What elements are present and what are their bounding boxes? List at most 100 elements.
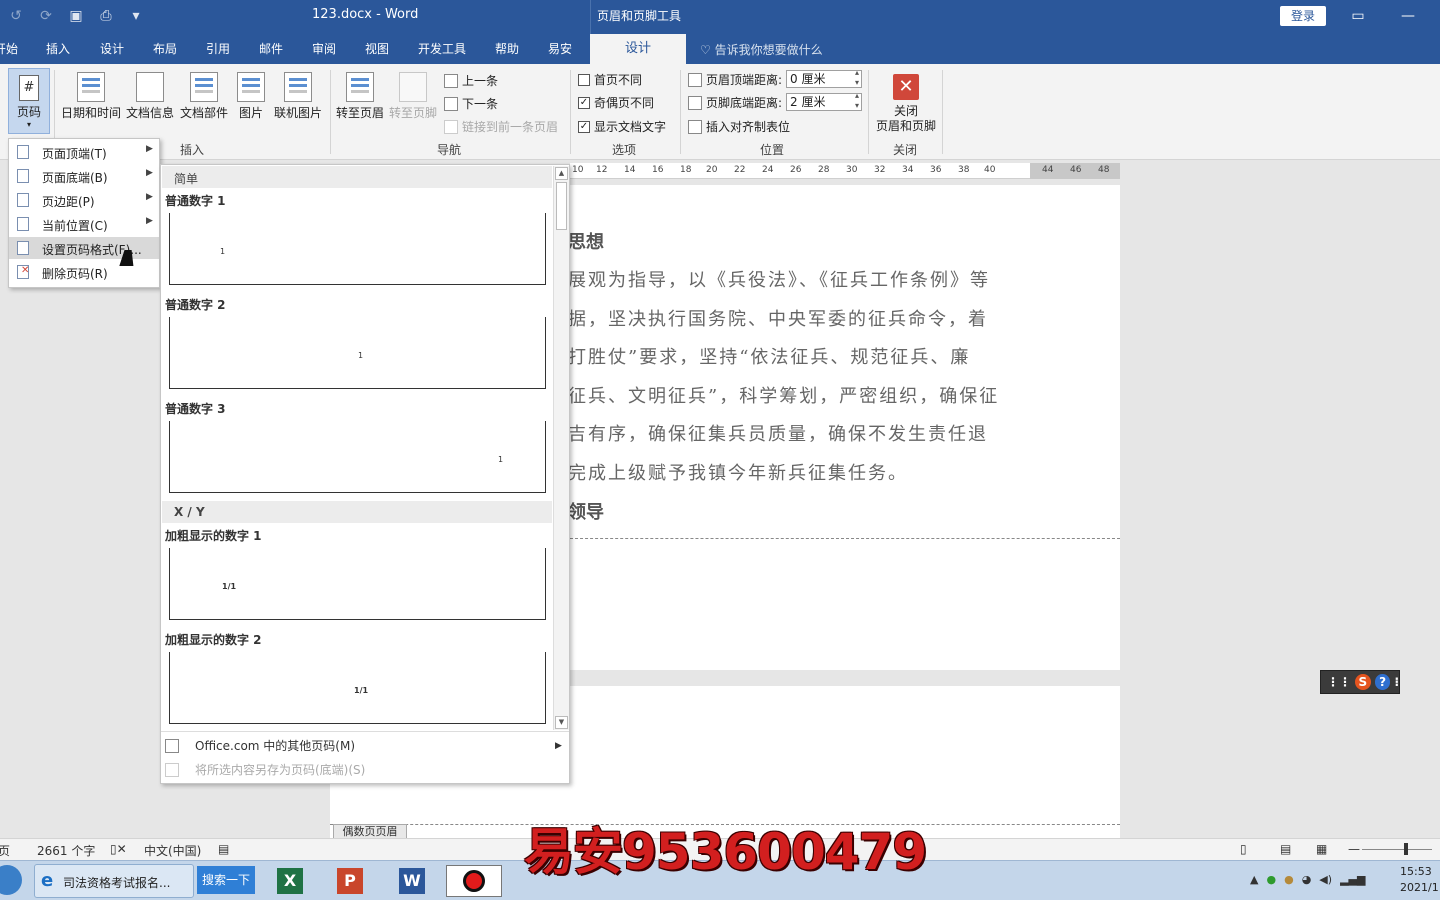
goto-header-button[interactable]: 转至页眉 [334, 72, 386, 121]
ribbon-display-icon[interactable]: ▭ [1346, 4, 1370, 28]
taskbar-powerpoint[interactable]: P [322, 865, 378, 897]
taskbar-recorder[interactable] [446, 865, 502, 897]
menu-item-page-margins[interactable]: 页边距(P) ▶ [9, 189, 159, 211]
tab-hf-design[interactable]: 设计 [590, 34, 686, 64]
chevron-right-icon: ▶ [146, 216, 153, 226]
ruler-tick: 48 [1098, 165, 1110, 175]
ime-menu-icon[interactable]: ⁝ [1394, 675, 1399, 689]
ruler-tick: 28 [818, 165, 830, 175]
menu-item-remove-page-numbers[interactable]: 删除页码(R) [9, 261, 159, 283]
scroll-thumb[interactable] [556, 182, 567, 230]
tab-design[interactable]: 设计 [100, 40, 124, 57]
tab-yian[interactable]: 易安 [548, 40, 572, 57]
previous-icon [444, 73, 458, 88]
show-doc-text-checkbox[interactable]: ✓ 显示文档文字 [578, 118, 666, 135]
read-mode-icon[interactable]: ▯ [1240, 842, 1247, 856]
page-top-icon [17, 145, 29, 159]
scroll-up-icon[interactable]: ▲ [555, 167, 568, 180]
footer-bottom-spinner[interactable]: 2 厘米 [786, 91, 862, 111]
menu-item-bottom-of-page[interactable]: 页面底端(B) ▶ [9, 165, 159, 187]
doc-parts-button[interactable]: 文档部件 [178, 72, 230, 121]
tab-view[interactable]: 视图 [365, 40, 389, 57]
checkbox-checked-icon: ✓ [578, 96, 590, 109]
web-layout-icon[interactable]: ▦ [1316, 842, 1327, 856]
next-button[interactable]: 下一条 [444, 95, 498, 112]
previous-button[interactable]: 上一条 [444, 72, 498, 89]
word-icon: W [399, 868, 425, 894]
taskbar-ie-window[interactable]: e 司法资格考试报名... [34, 864, 194, 898]
doc-info-button[interactable]: 文档信息 [124, 72, 176, 121]
tray-expand-icon[interactable]: ▲ [1250, 873, 1258, 886]
ime-toolbar[interactable]: ⋮⋮ S ? ⁝ [1320, 670, 1400, 694]
insert-align-tab-button[interactable]: 插入对齐制表位 [688, 118, 790, 135]
customize-qat-icon[interactable]: ▾ [126, 6, 146, 26]
gallery-item-plain-number-1[interactable]: 1 [169, 213, 546, 285]
more-office-page-numbers[interactable]: Office.com 中的其他页码(M) ▶ [165, 737, 562, 754]
language-indicator[interactable]: 中文(中国) [144, 842, 201, 859]
scroll-down-icon[interactable]: ▼ [555, 716, 568, 729]
page-number-button[interactable]: # 页码 ▾ [8, 68, 50, 134]
close-header-footer-button[interactable]: ✕ 关闭 页眉和页脚 [874, 72, 938, 134]
header-distance-icon [688, 72, 702, 87]
volume-icon[interactable]: ◀) [1319, 873, 1332, 886]
search-button[interactable]: 搜索一下 [197, 866, 255, 894]
gallery-item-plain-number-2[interactable]: 1 [169, 317, 546, 389]
save-icon[interactable]: ▣ [66, 6, 86, 26]
gallery-item-bold-number-1[interactable]: 1/1 [169, 548, 546, 620]
diff-odd-even-checkbox[interactable]: ✓ 奇偶页不同 [578, 94, 654, 111]
zoom-out-icon[interactable]: — [1348, 842, 1360, 856]
word-count[interactable]: 2661 个字 [37, 842, 95, 859]
picture-button[interactable]: 图片 [234, 72, 268, 121]
proofing-icon[interactable]: ▯✕ [110, 842, 127, 856]
online-picture-button[interactable]: 联机图片 [272, 72, 324, 121]
ruler-tick: 16 [652, 165, 664, 175]
help-icon[interactable]: ? [1374, 674, 1391, 690]
macro-icon[interactable]: ▤ [218, 842, 229, 856]
horizontal-ruler[interactable]: 10 12 14 16 18 20 22 24 26 28 30 32 34 3… [570, 163, 1120, 179]
link-previous-button[interactable]: 链接到前一条页眉 [444, 118, 558, 135]
tab-help[interactable]: 帮助 [495, 40, 519, 57]
zoom-slider-thumb[interactable] [1404, 843, 1408, 855]
print-layout-icon[interactable]: ▤ [1280, 842, 1291, 856]
tab-insert[interactable]: 插入 [46, 40, 70, 57]
taskbar-excel[interactable]: X [262, 865, 318, 897]
tell-me-text: 告诉我你想要做什么 [714, 43, 823, 57]
menu-item-current-position[interactable]: 当前位置(C) ▶ [9, 213, 159, 235]
redo-icon[interactable]: ⟳ [36, 6, 56, 26]
date-time-label: 日期和时间 [60, 106, 121, 120]
gallery-item-plain-number-3[interactable]: 1 [169, 421, 546, 493]
tab-layout[interactable]: 布局 [153, 40, 177, 57]
sogou-icon[interactable]: S [1355, 674, 1371, 690]
tray-qq-icon[interactable]: ◕ [1302, 873, 1312, 886]
print-preview-icon[interactable]: ⎙ [96, 6, 116, 26]
tab-mailings[interactable]: 邮件 [259, 40, 283, 57]
tray-app-icon[interactable]: ● [1284, 873, 1294, 886]
page-number-gallery: 简单 普通数字 1 1 普通数字 2 1 普通数字 3 1 X / Y 加粗显示… [160, 164, 570, 784]
header-top-spinner[interactable]: 0 厘米 [786, 68, 862, 88]
doc-paragraph-line: 征兵、文明征兵”，科学筹划，严密组织，确保征 [568, 386, 1000, 407]
page-indicator[interactable]: 页 [0, 842, 10, 859]
tab-references[interactable]: 引用 [206, 40, 230, 57]
tell-me-box[interactable]: ♡ 告诉我你想要做什么 [700, 41, 823, 58]
gallery-item-bold-number-2[interactable]: 1/1 [169, 652, 546, 724]
tab-developer[interactable]: 开发工具 [418, 40, 466, 57]
tray-network-app-icon[interactable]: ● [1266, 873, 1276, 886]
diff-first-checkbox[interactable]: 首页不同 [578, 71, 642, 88]
gallery-scrollbar[interactable]: ▲ ▼ [553, 166, 569, 730]
taskbar-word[interactable]: W [384, 865, 440, 897]
signal-icon[interactable]: ▂▄▆ [1340, 873, 1365, 886]
tab-review[interactable]: 审阅 [312, 40, 336, 57]
tab-home[interactable]: 开始 [0, 40, 18, 57]
ruler-tick: 30 [846, 165, 858, 175]
date-time-button[interactable]: 日期和时间 [60, 72, 122, 121]
minimize-icon[interactable]: — [1396, 4, 1420, 28]
menu-item-top-of-page[interactable]: 页面顶端(T) ▶ [9, 141, 159, 163]
goto-footer-button[interactable]: 转至页脚 [388, 72, 438, 121]
start-button[interactable] [0, 865, 22, 895]
system-clock[interactable]: 15:53 2021/1 [1400, 864, 1439, 896]
save-selection-to-gallery[interactable]: 将所选内容另存为页码(底端)(S) [165, 761, 365, 778]
zoom-slider[interactable] [1362, 849, 1432, 850]
undo-icon[interactable]: ↺ [6, 6, 26, 26]
ime-grip-icon[interactable]: ⋮⋮ [1327, 675, 1351, 689]
login-button[interactable]: 登录 [1280, 6, 1326, 26]
